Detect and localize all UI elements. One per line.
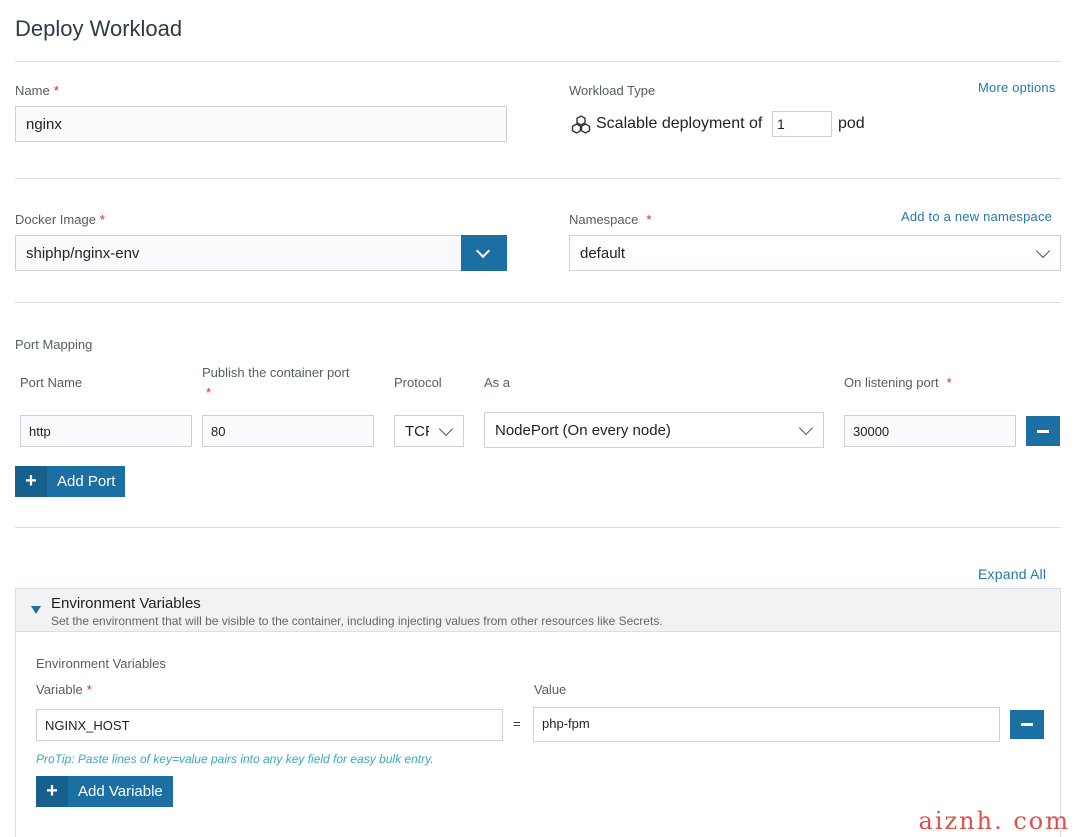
env-panel-desc: Set the environment that will be visible… — [51, 614, 663, 628]
name-label: Name * — [15, 83, 59, 98]
protocol-select[interactable]: TCP — [394, 415, 464, 447]
equals-sign: = — [513, 716, 521, 731]
listening-port-input[interactable]: 30000 — [844, 415, 1016, 447]
divider — [15, 61, 1061, 62]
divider — [15, 527, 1061, 528]
env-sub-label: Environment Variables — [36, 656, 166, 671]
plus-icon: + — [15, 466, 47, 497]
container-port-input[interactable]: 80 — [202, 415, 374, 447]
col-publish-required: * — [206, 385, 212, 400]
col-protocol: Protocol — [394, 375, 442, 390]
col-publish: Publish the container port — [202, 365, 350, 380]
chevron-down-icon — [475, 243, 491, 259]
add-port-button[interactable]: + Add Port — [15, 466, 126, 497]
chevron-down-icon — [1035, 243, 1051, 259]
add-namespace-link[interactable]: Add to a new namespace — [901, 209, 1052, 224]
expand-all-link[interactable]: Expand All — [978, 566, 1046, 582]
env-value-input[interactable]: php-fpm — [533, 707, 1000, 742]
port-name-input[interactable]: http — [20, 415, 192, 447]
chevron-down-icon — [798, 420, 814, 436]
col-port-name: Port Name — [20, 375, 83, 390]
watermark: aiznh. com — [918, 807, 1070, 835]
workload-suffix: pod — [838, 115, 865, 132]
remove-variable-button[interactable] — [1010, 710, 1044, 739]
col-listening: On listening port * — [844, 375, 952, 390]
divider — [15, 302, 1061, 303]
service-type-select[interactable]: NodePort (On every node) — [484, 412, 824, 448]
minus-icon — [1021, 723, 1033, 726]
env-panel-title: Environment Variables — [51, 595, 201, 612]
docker-image-dropdown-button[interactable] — [461, 235, 507, 271]
remove-port-button[interactable] — [1026, 416, 1060, 446]
namespace-select[interactable]: default — [569, 235, 1061, 271]
namespace-label: Namespace * — [569, 212, 652, 227]
more-options-link[interactable]: More options — [978, 80, 1056, 95]
protip-text: ProTip: Paste lines of key=value pairs i… — [36, 752, 434, 766]
workload-type-label: Workload Type — [569, 83, 656, 98]
add-variable-button[interactable]: + Add Variable — [36, 776, 173, 807]
docker-image-input[interactable]: shiphp/nginx-env — [15, 235, 462, 271]
name-input[interactable]: nginx — [15, 106, 507, 142]
collapse-triangle-icon[interactable] — [31, 606, 41, 614]
workload-prefix: Scalable deployment of — [596, 115, 763, 132]
env-key-input[interactable]: NGINX_HOST — [36, 709, 503, 741]
minus-icon — [1037, 429, 1049, 433]
chevron-down-icon — [438, 421, 454, 437]
col-as-a: As a — [484, 375, 511, 390]
page-title: Deploy Workload — [15, 16, 183, 41]
plus-icon: + — [36, 776, 68, 807]
docker-image-label: Docker Image * — [15, 212, 105, 227]
cluster-icon — [570, 114, 592, 136]
variable-label: Variable * — [36, 682, 92, 697]
port-mapping-label: Port Mapping — [15, 337, 93, 352]
pod-count-input[interactable]: 1 — [772, 111, 832, 137]
env-panel-header[interactable]: Environment Variables Set the environmen… — [16, 589, 1060, 632]
value-label: Value — [534, 682, 567, 697]
divider — [15, 178, 1061, 179]
